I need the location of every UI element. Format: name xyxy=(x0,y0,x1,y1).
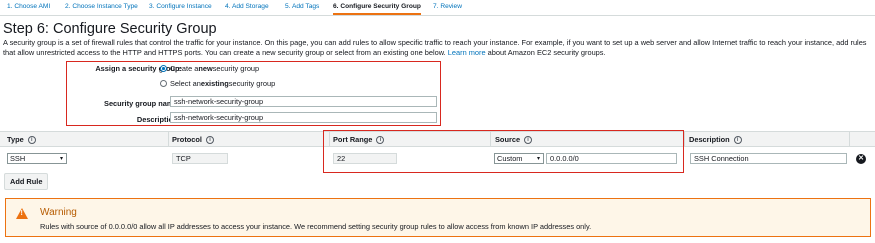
column-header-type[interactable]: Type i xyxy=(7,132,36,147)
radio-existing-label-pre: Select an xyxy=(170,79,201,88)
column-description-label: Description xyxy=(689,135,730,144)
info-icon[interactable]: i xyxy=(27,135,36,144)
description-text: A security group is a set of firewall ru… xyxy=(3,38,867,57)
port-source-highlight xyxy=(323,130,684,173)
column-divider xyxy=(168,132,169,147)
chevron-down-icon: ▾ xyxy=(59,156,63,162)
radio-button-selected[interactable] xyxy=(160,65,167,72)
tab-configure-security-group[interactable]: 6. Configure Security Group xyxy=(333,0,421,15)
radio-existing-label-bold: existing xyxy=(200,79,229,88)
column-divider xyxy=(849,132,850,147)
column-header-protocol[interactable]: Protocol i xyxy=(172,132,214,147)
warning-text: Rules with source of 0.0.0.0/0 allow all… xyxy=(40,222,592,231)
radio-create-new[interactable]: Create a new security group xyxy=(160,64,259,73)
security-group-description-label: Description: xyxy=(136,115,180,124)
learn-more-link[interactable]: Learn more xyxy=(448,48,486,57)
rule-type-value: SSH xyxy=(10,154,26,163)
tab-configure-instance[interactable]: 3. Configure Instance xyxy=(149,0,212,15)
rule-description-input[interactable]: SSH Connection xyxy=(690,153,847,164)
warning-triangle-icon: ! xyxy=(16,208,28,219)
column-divider xyxy=(684,132,685,147)
page-title: Step 6: Configure Security Group xyxy=(3,21,217,37)
column-header-description[interactable]: Description i xyxy=(689,132,742,147)
warning-title: Warning xyxy=(40,207,77,218)
security-group-name-input[interactable]: ssh-network-security-group xyxy=(170,96,437,107)
radio-button[interactable] xyxy=(160,80,167,87)
info-icon[interactable]: i xyxy=(205,135,214,144)
tab-review[interactable]: 7. Review xyxy=(433,0,462,15)
tab-add-storage[interactable]: 4. Add Storage xyxy=(225,0,269,15)
tab-choose-instance-type[interactable]: 2. Choose Instance Type xyxy=(65,0,138,15)
radio-new-label-post: security group xyxy=(212,64,260,73)
wizard-tabs: 1. Choose AMI 2. Choose Instance Type 3.… xyxy=(0,0,875,16)
tab-add-tags[interactable]: 5. Add Tags xyxy=(285,0,319,15)
radio-new-label-pre: Create a xyxy=(170,64,199,73)
tab-choose-ami[interactable]: 1. Choose AMI xyxy=(7,0,50,15)
info-icon[interactable]: i xyxy=(733,135,742,144)
warning-alert: ! Warning Rules with source of 0.0.0.0/0… xyxy=(5,198,871,237)
column-protocol-label: Protocol xyxy=(172,135,202,144)
column-type-label: Type xyxy=(7,135,24,144)
radio-new-label-bold: new xyxy=(198,64,213,73)
rule-protocol-field: TCP xyxy=(172,153,228,164)
page-description: A security group is a set of firewall ru… xyxy=(3,38,873,58)
radio-select-existing[interactable]: Select an existing security group xyxy=(160,79,275,88)
security-group-name-label: Security group name: xyxy=(104,99,180,108)
warning-exclamation: ! xyxy=(20,210,23,217)
rule-type-select[interactable]: SSH ▾ xyxy=(7,153,67,164)
security-group-description-input[interactable]: ssh-network-security-group xyxy=(170,112,437,123)
add-rule-button[interactable]: Add Rule xyxy=(4,173,49,190)
radio-existing-label-post: security group xyxy=(228,79,276,88)
description-tail: about Amazon EC2 security groups. xyxy=(487,48,606,57)
remove-rule-icon[interactable]: ✕ xyxy=(856,154,866,164)
